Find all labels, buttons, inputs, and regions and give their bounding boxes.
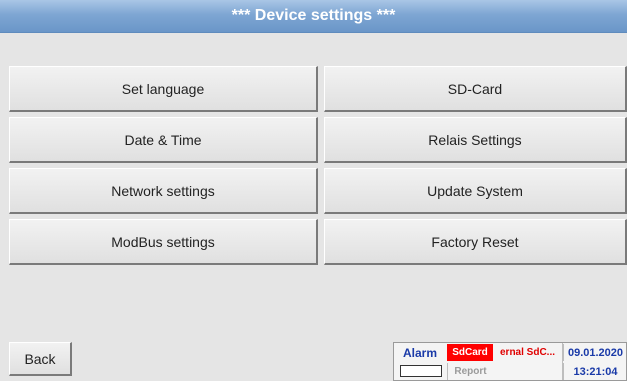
relais-settings-button[interactable]: Relais Settings [324, 117, 627, 163]
sd-card-button[interactable]: SD-Card [324, 66, 627, 112]
sdcard-status-badge[interactable]: SdCard [447, 344, 493, 361]
factory-reset-button[interactable]: Factory Reset [324, 219, 627, 265]
current-time: 13:21:04 [563, 363, 627, 380]
footer-bar: Back Alarm SdCard Report ernal SdC... 09… [0, 336, 627, 381]
back-button[interactable]: Back [9, 342, 72, 376]
status-panel: Alarm SdCard Report ernal SdC... 09.01.2… [393, 342, 627, 381]
report-label[interactable]: Report [447, 363, 493, 380]
date-time-button[interactable]: Date & Time [9, 117, 318, 163]
current-date: 09.01.2020 [563, 344, 627, 361]
network-settings-button[interactable]: Network settings [9, 168, 318, 214]
alarm-label[interactable]: Alarm [394, 343, 446, 362]
modbus-settings-button[interactable]: ModBus settings [9, 219, 318, 265]
external-sdcard-status[interactable]: ernal SdC... [494, 344, 561, 361]
alarm-status-indicator [400, 365, 442, 377]
update-system-button[interactable]: Update System [324, 168, 627, 214]
page-title: *** Device settings *** [0, 0, 627, 33]
set-language-button[interactable]: Set language [9, 66, 318, 112]
